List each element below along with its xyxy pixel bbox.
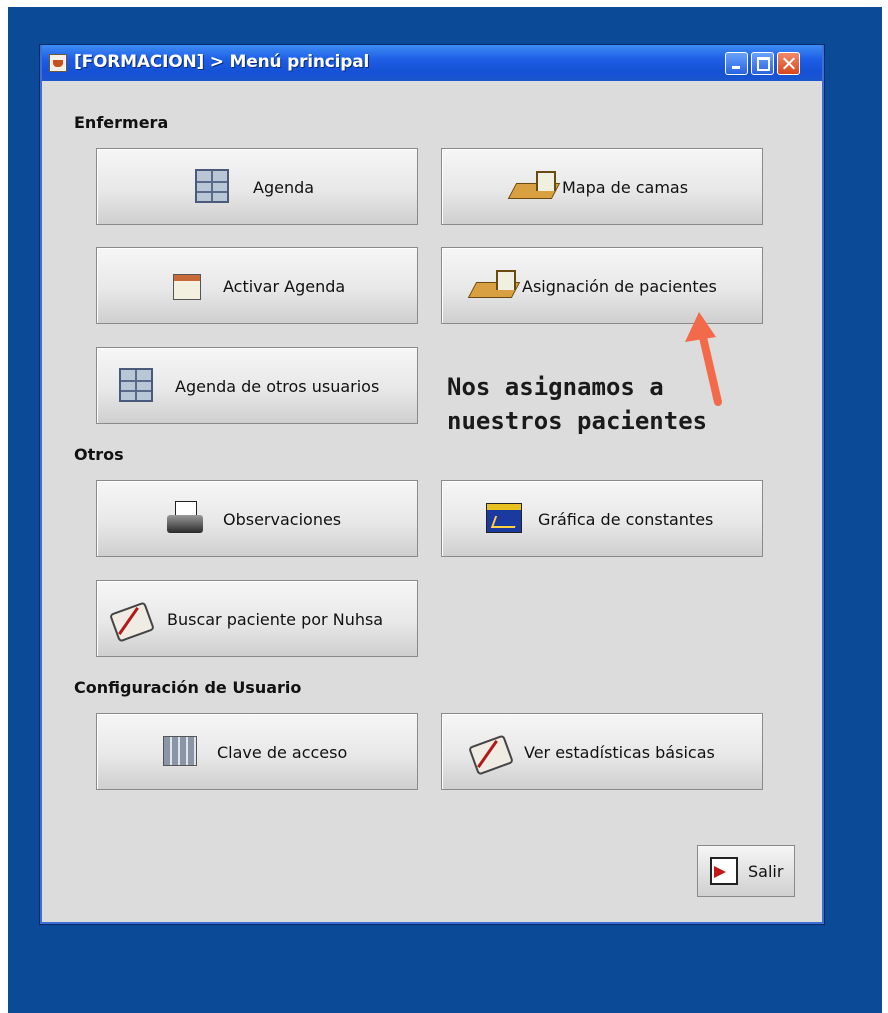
- buscar-paciente-por-nuhsa-button-label: Buscar paciente por Nuhsa: [167, 610, 384, 629]
- clave-de-acceso-button[interactable]: Clave de acceso: [96, 713, 418, 790]
- agenda-de-otros-usuarios-button[interactable]: Agenda de otros usuarios: [96, 347, 418, 424]
- clave-de-acceso-button-label: Clave de acceso: [217, 743, 348, 762]
- salir-button[interactable]: Salir: [697, 845, 795, 897]
- bed-icon: [510, 169, 558, 207]
- window-title: [FORMACION] > Menú principal: [74, 52, 370, 72]
- maximize-button[interactable]: [751, 52, 774, 75]
- ver-estadisticas-basicas-button-label: Ver estadísticas básicas: [524, 743, 715, 762]
- agenda-grid-icon: [195, 169, 229, 203]
- section-label-enfermera: Enfermera: [74, 113, 169, 132]
- annotation-line-2: nuestros pacientes: [447, 407, 708, 435]
- asignacion-de-pacientes-button-label: Asignación de pacientes: [522, 277, 717, 296]
- salir-button-label: Salir: [748, 862, 784, 881]
- printer-icon: [165, 501, 205, 537]
- chart-icon: [486, 503, 522, 533]
- java-app-icon: [49, 54, 67, 72]
- agenda-grid-icon: [119, 368, 153, 402]
- bed-icon: [470, 268, 518, 306]
- annotation-arrow-icon: [685, 312, 722, 406]
- agenda-button-label: Agenda: [253, 178, 315, 197]
- agenda-de-otros-usuarios-button-label: Agenda de otros usuarios: [175, 377, 380, 396]
- grafica-de-constantes-button-label: Gráfica de constantes: [538, 510, 714, 529]
- window-titlebar[interactable]: [FORMACION] > Menú principal: [42, 45, 822, 81]
- activar-agenda-button[interactable]: Activar Agenda: [96, 247, 418, 324]
- agenda-button[interactable]: Agenda: [96, 148, 418, 225]
- grafica-de-constantes-button[interactable]: Gráfica de constantes: [441, 480, 763, 557]
- activar-agenda-button-label: Activar Agenda: [223, 277, 346, 296]
- calendar-icon: [173, 274, 201, 300]
- close-button[interactable]: [777, 52, 800, 75]
- section-label-otros: Otros: [74, 445, 124, 464]
- main-menu-window: [FORMACION] > Menú principal Enfermera A…: [40, 45, 824, 924]
- minimize-button[interactable]: [725, 52, 748, 75]
- ver-estadisticas-basicas-button[interactable]: Ver estadísticas básicas: [441, 713, 763, 790]
- keypad-icon: [163, 736, 197, 766]
- exit-door-icon: [710, 857, 738, 885]
- annotation-line-1: Nos asignamos a: [447, 373, 664, 401]
- observaciones-button[interactable]: Observaciones: [96, 480, 418, 557]
- section-label-configuracion: Configuración de Usuario: [74, 678, 302, 697]
- observaciones-button-label: Observaciones: [223, 510, 342, 529]
- buscar-paciente-por-nuhsa-button[interactable]: Buscar paciente por Nuhsa: [96, 580, 418, 657]
- mapa-de-camas-button[interactable]: Mapa de camas: [441, 148, 763, 225]
- mapa-de-camas-button-label: Mapa de camas: [562, 178, 689, 197]
- book-icon: [468, 734, 510, 770]
- annotation-callout: Nos asignamos a nuestros pacientes: [447, 370, 787, 438]
- book-icon: [109, 601, 151, 637]
